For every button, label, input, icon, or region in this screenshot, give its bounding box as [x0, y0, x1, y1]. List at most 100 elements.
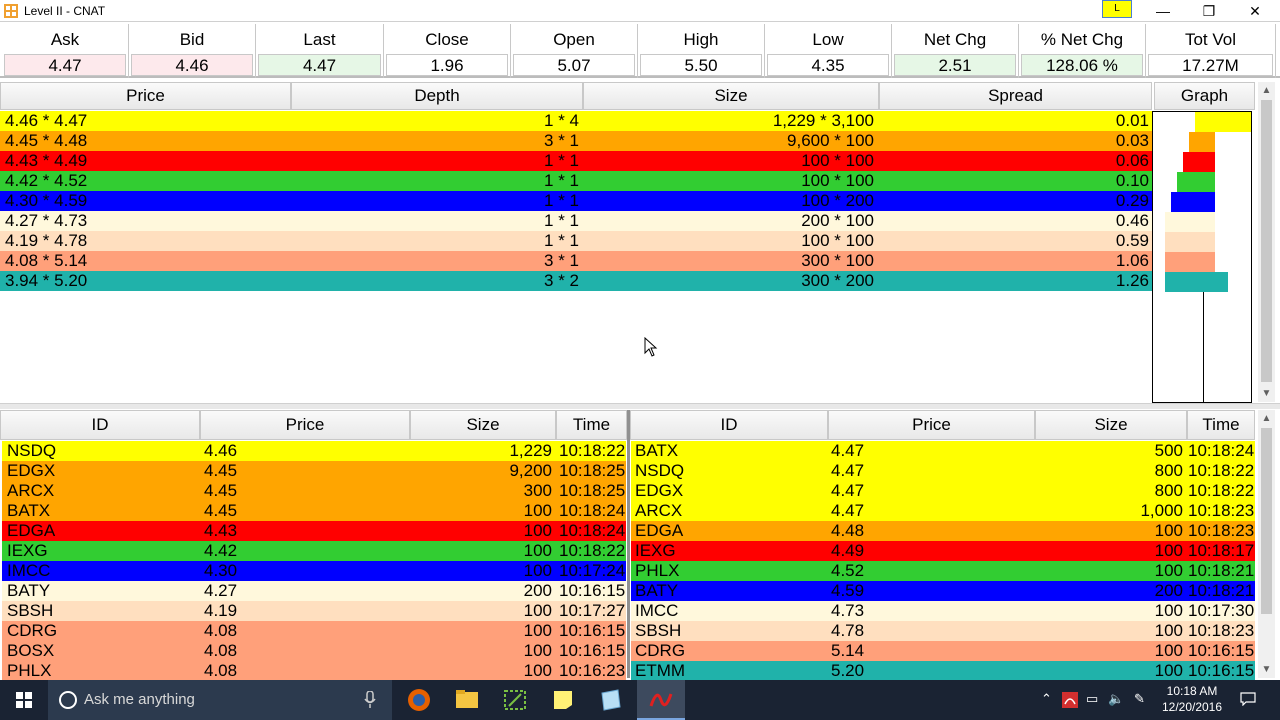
book-scrollbar[interactable]: ▲ ▼ — [1258, 410, 1275, 678]
bid-price: 4.08 — [204, 641, 238, 660]
bid-row[interactable]: NSDQ 4.46 1,229 10:18:22 — [2, 441, 626, 461]
col-header-size[interactable]: Size — [583, 82, 879, 110]
book-divider[interactable] — [627, 410, 630, 678]
ask-row[interactable]: NSDQ 4.47 800 10:18:22 — [631, 461, 1255, 481]
quote-label: Last — [303, 30, 336, 49]
notepad-icon[interactable] — [587, 680, 635, 720]
notifications-icon[interactable] — [1236, 680, 1260, 720]
depth-row[interactable]: 4.43 * 4.49 1 * 1 100 * 100 0.06 — [0, 151, 1152, 171]
bid-row[interactable]: PHLX 4.08 100 10:16:23 — [2, 661, 626, 681]
minimize-button[interactable]: — — [1140, 0, 1186, 22]
ask-price: 4.47 — [831, 501, 865, 520]
bid-size: 100 — [523, 621, 552, 640]
bid-id: PHLX — [7, 661, 52, 680]
microphone-icon[interactable] — [364, 691, 376, 709]
scroll-up-icon[interactable]: ▲ — [1258, 82, 1275, 99]
ask-row[interactable]: CDRG 5.14 100 10:16:15 — [631, 641, 1255, 661]
trading-app-icon[interactable] — [637, 680, 685, 720]
bid-col-id[interactable]: ID — [0, 410, 200, 440]
depth-depth: 1 * 1 — [544, 191, 579, 210]
scroll-thumb[interactable] — [1261, 428, 1272, 614]
ask-row[interactable]: IMCC 4.73 100 10:17:30 — [631, 601, 1255, 621]
ask-id: BATX — [635, 441, 679, 460]
graph-bid-bar — [1189, 132, 1203, 152]
pane-splitter[interactable] — [0, 403, 1280, 409]
depth-spread: 0.59 — [1115, 231, 1149, 250]
snipping-tool-icon[interactable] — [491, 680, 539, 720]
bid-size: 100 — [523, 601, 552, 620]
bid-col-price[interactable]: Price — [200, 410, 410, 440]
quote-cell: Low 4.35 — [765, 24, 892, 78]
col-header-price[interactable]: Price — [0, 82, 291, 110]
close-button[interactable]: ✕ — [1232, 0, 1278, 22]
depth-row[interactable]: 4.46 * 4.47 1 * 4 1,229 * 3,100 0.01 — [0, 111, 1152, 131]
quote-summary: Ask 4.47 Bid 4.46 Last 4.47 Close 1.96 Open 5.07 H… — [0, 24, 1280, 78]
bid-row[interactable]: BATY 4.27 200 10:16:15 — [2, 581, 626, 601]
bid-row[interactable]: EDGA 4.43 100 10:18:24 — [2, 521, 626, 541]
ask-row[interactable]: BATY 4.59 200 10:18:21 — [631, 581, 1255, 601]
bid-row[interactable]: SBSH 4.19 100 10:17:27 — [2, 601, 626, 621]
bid-row[interactable]: BATX 4.45 100 10:18:24 — [2, 501, 626, 521]
ask-col-price[interactable]: Price — [828, 410, 1035, 440]
windows-start-icon[interactable] — [0, 680, 48, 720]
file-explorer-icon[interactable] — [443, 680, 491, 720]
col-header-spread[interactable]: Spread — [879, 82, 1152, 110]
scroll-up-icon[interactable]: ▲ — [1258, 410, 1275, 427]
graph-ask-bar — [1203, 272, 1228, 292]
depth-row[interactable]: 4.08 * 5.14 3 * 1 300 * 100 1.06 — [0, 251, 1152, 271]
clock[interactable]: 10:18 AM 12/20/2016 — [1158, 683, 1226, 715]
scroll-thumb[interactable] — [1261, 100, 1272, 382]
ask-row[interactable]: ARCX 4.47 1,000 10:18:23 — [631, 501, 1255, 521]
firefox-icon[interactable] — [395, 680, 443, 720]
ask-id: ARCX — [635, 501, 683, 520]
cortana-search-box[interactable]: Ask me anything — [48, 680, 392, 720]
quote-label: Close — [425, 30, 469, 49]
bid-id: BATY — [7, 581, 51, 600]
ask-time: 10:18:17 — [1188, 541, 1255, 560]
ask-row[interactable]: IEXG 4.49 100 10:18:17 — [631, 541, 1255, 561]
depth-scrollbar[interactable]: ▲ ▼ — [1258, 82, 1275, 402]
bid-row[interactable]: BOSX 4.08 100 10:16:15 — [2, 641, 626, 661]
quote-cell: High 5.50 — [638, 24, 765, 78]
bid-col-time[interactable]: Time — [556, 410, 627, 440]
depth-size: 100 * 100 — [801, 231, 874, 250]
scroll-down-icon[interactable]: ▼ — [1258, 661, 1275, 678]
col-header-depth[interactable]: Depth — [291, 82, 583, 110]
bid-col-size[interactable]: Size — [410, 410, 556, 440]
bid-row[interactable]: IEXG 4.42 100 10:18:22 — [2, 541, 626, 561]
sticky-notes-icon[interactable] — [539, 680, 587, 720]
depth-row[interactable]: 4.45 * 4.48 3 * 1 9,600 * 100 0.03 — [0, 131, 1152, 151]
ask-row[interactable]: EDGX 4.47 800 10:18:22 — [631, 481, 1255, 501]
link-badge-button[interactable]: L — [1102, 0, 1132, 18]
ask-row[interactable]: EDGA 4.48 100 10:18:23 — [631, 521, 1255, 541]
depth-price: 4.08 * 5.14 — [5, 251, 88, 270]
depth-row[interactable]: 4.19 * 4.78 1 * 1 100 * 100 0.59 — [0, 231, 1152, 251]
maximize-button[interactable]: ❐ — [1186, 0, 1232, 22]
ask-size: 100 — [1154, 641, 1183, 660]
graph-ask-bar — [1203, 152, 1215, 172]
ask-row[interactable]: ETMM 5.20 100 10:16:15 — [631, 661, 1255, 681]
bid-row[interactable]: EDGX 4.45 9,200 10:18:25 — [2, 461, 626, 481]
depth-row[interactable]: 4.27 * 4.73 1 * 1 200 * 100 0.46 — [0, 211, 1152, 231]
depth-row[interactable]: 4.42 * 4.52 1 * 1 100 * 100 0.10 — [0, 171, 1152, 191]
col-header-graph[interactable]: Graph — [1154, 82, 1255, 110]
ask-row[interactable]: SBSH 4.78 100 10:18:23 — [631, 621, 1255, 641]
graph-bid-bar — [1171, 192, 1203, 212]
ask-row[interactable]: PHLX 4.52 100 10:18:21 — [631, 561, 1255, 581]
bid-row[interactable]: CDRG 4.08 100 10:16:15 — [2, 621, 626, 641]
ask-price: 4.73 — [831, 601, 865, 620]
depth-graph — [1152, 111, 1252, 403]
depth-row[interactable]: 4.30 * 4.59 1 * 1 100 * 200 0.29 — [0, 191, 1152, 211]
search-placeholder: Ask me anything — [84, 691, 195, 708]
bid-row[interactable]: ARCX 4.45 300 10:18:25 — [2, 481, 626, 501]
bid-price: 4.30 — [204, 561, 238, 580]
scroll-down-icon[interactable]: ▼ — [1258, 385, 1275, 402]
ask-row[interactable]: BATX 4.47 500 10:18:24 — [631, 441, 1255, 461]
ask-col-size[interactable]: Size — [1035, 410, 1187, 440]
depth-row[interactable]: 3.94 * 5.20 3 * 2 300 * 200 1.26 — [0, 271, 1152, 291]
quote-cell: Bid 4.46 — [129, 24, 256, 78]
ask-col-time[interactable]: Time — [1187, 410, 1255, 440]
bid-row[interactable]: IMCC 4.30 100 10:17:24 — [2, 561, 626, 581]
ask-col-id[interactable]: ID — [630, 410, 828, 440]
quote-cell: Ask 4.47 — [2, 24, 129, 78]
